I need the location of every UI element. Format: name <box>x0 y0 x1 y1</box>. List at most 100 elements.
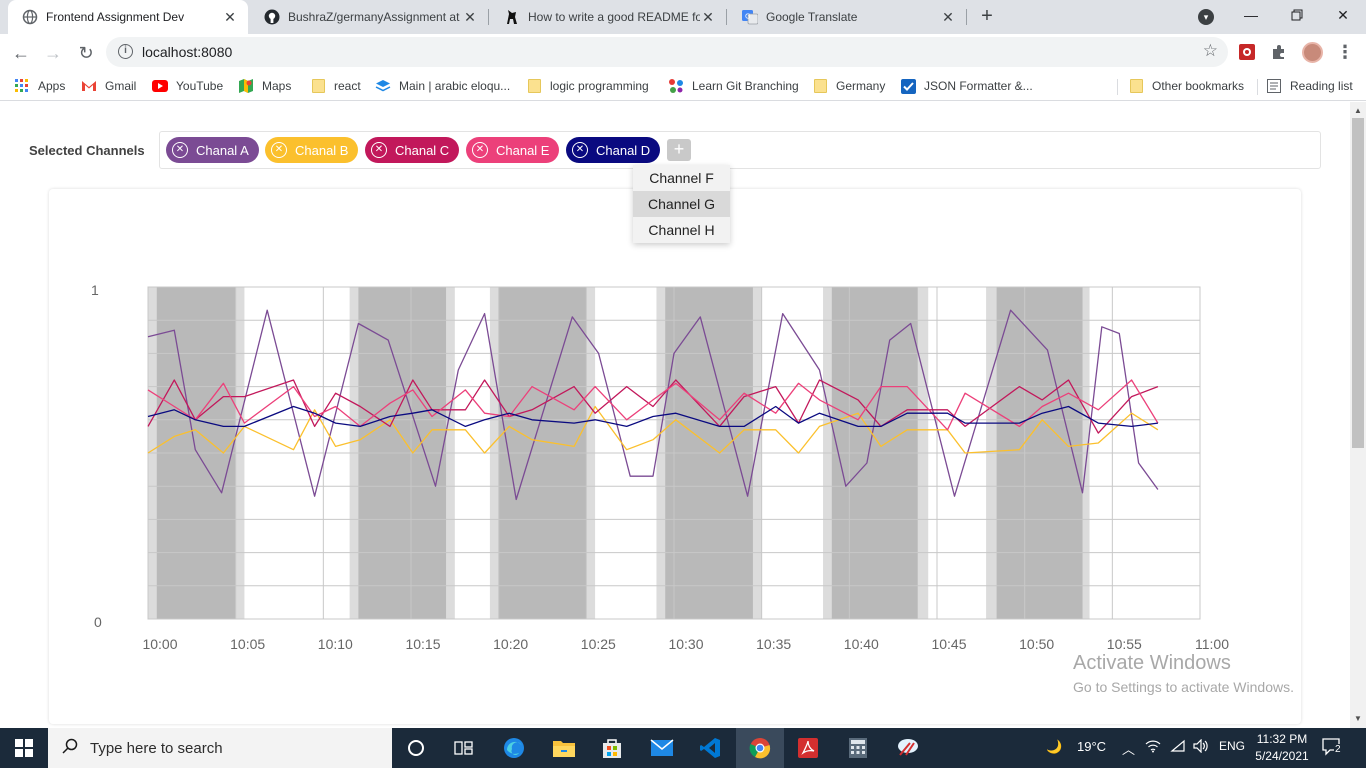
bookmark-label: YouTube <box>176 79 224 93</box>
channel-chip-c[interactable]: ✕ Chanal C <box>365 137 460 163</box>
watermark-title: Activate Windows <box>1073 652 1231 674</box>
remove-chip-icon[interactable]: ✕ <box>172 142 188 158</box>
tab-github[interactable]: BushraZ/germanyAssignment at ✕ <box>250 0 488 34</box>
temperature[interactable]: 19°C <box>1077 739 1106 754</box>
dropdown-option-channel-f[interactable]: Channel F <box>633 165 730 191</box>
menu-kebab-icon[interactable]: ⋮ <box>1336 43 1354 63</box>
tab-frontend-assignment[interactable]: Frontend Assignment Dev ✕ <box>8 0 248 34</box>
wifi-icon[interactable] <box>1170 739 1186 756</box>
tray-chevron-icon[interactable]: ︿ <box>1122 739 1135 758</box>
chrome-icon[interactable] <box>736 728 784 768</box>
close-tab-icon[interactable]: ✕ <box>940 9 956 25</box>
acrobat-icon[interactable] <box>784 728 832 768</box>
scroll-up-arrow-icon[interactable]: ▲ <box>1354 106 1362 115</box>
edge-icon[interactable] <box>490 728 538 768</box>
chart-card: 0 1 10:00 10:05 10:10 10:15 10:20 10:25 10:30 10:… <box>49 189 1301 724</box>
bookmark-label: Reading list <box>1290 79 1353 93</box>
chip-label: Chanal D <box>596 142 651 158</box>
dropdown-option-channel-h[interactable]: Channel H <box>633 217 730 243</box>
address-url[interactable]: localhost:8080 <box>142 44 232 60</box>
back-arrow-icon[interactable]: ← <box>8 40 34 66</box>
bookmark-star-icon[interactable]: ☆ <box>1203 41 1218 61</box>
x-tick-label: 10:05 <box>230 636 265 652</box>
bookmark-youtube[interactable]: YouTube <box>152 76 223 96</box>
mail-icon[interactable] <box>638 728 686 768</box>
bookmark-label: Apps <box>38 79 66 93</box>
github-icon <box>264 9 280 25</box>
tab-title: Google Translate <box>766 10 858 24</box>
bookmark-arabic-eloquent[interactable]: Main | arabic eloqu... <box>375 76 510 96</box>
bookmark-label: Other bookmarks <box>1152 79 1245 93</box>
bookmark-label: react <box>334 79 361 93</box>
x-tick-label: 11:00 <box>1195 636 1229 652</box>
microsoft-store-icon[interactable] <box>588 728 636 768</box>
minimize-button[interactable]: — <box>1228 0 1274 30</box>
folder-icon <box>310 78 326 94</box>
tab-readme[interactable]: How to write a good README fo ✕ <box>490 0 726 34</box>
notification-center-icon[interactable]: 2 <box>1322 738 1342 756</box>
remove-chip-icon[interactable]: ✕ <box>271 142 287 158</box>
channel-chip-a[interactable]: ✕ Chanal A <box>166 137 259 163</box>
weather-moon-icon[interactable]: 🌙 <box>1046 739 1062 755</box>
scroll-thumb[interactable] <box>1352 118 1364 448</box>
channel-chip-d[interactable]: ✕ Chanal D <box>566 137 661 163</box>
bookmark-reading-list[interactable]: Reading list <box>1266 76 1353 96</box>
address-bar[interactable]: i localhost:8080 ☆ <box>106 37 1228 67</box>
bookmark-label: Maps <box>262 79 292 93</box>
new-tab-button[interactable]: + <box>976 6 998 28</box>
windows-start-icon[interactable] <box>0 728 48 768</box>
maps-icon <box>238 78 254 94</box>
taskbar-search-box[interactable]: Type here to search <box>48 728 392 768</box>
bookmark-react[interactable]: react <box>310 76 361 96</box>
close-tab-icon[interactable]: ✕ <box>462 9 478 25</box>
reload-icon[interactable]: ↻ <box>73 40 99 66</box>
snipping-tool-icon[interactable] <box>884 728 932 768</box>
translate-icon: G <box>742 9 758 25</box>
channel-chip-input[interactable]: ✕ Chanal A ✕ Chanal B ✕ Chanal C ✕ Chanal E … <box>159 131 1321 169</box>
bookmark-other[interactable]: Other bookmarks <box>1128 76 1244 96</box>
close-window-button[interactable]: ✕ <box>1320 0 1366 30</box>
maximize-button[interactable] <box>1274 0 1320 30</box>
taskbar-clock[interactable]: 11:32 PM 5/24/2021 <box>1248 731 1316 765</box>
tab-google-translate[interactable]: G Google Translate ✕ <box>728 0 966 34</box>
browser-toolbar: ← → ↻ i localhost:8080 ☆ ⋮ <box>0 34 1366 71</box>
chip-label: Chanal B <box>295 142 349 158</box>
add-channel-button[interactable]: + <box>667 139 691 161</box>
tab-search-icon[interactable]: ▾ <box>1198 9 1214 25</box>
windows-taskbar: Type here to search 🌙 19°C ︿ ENG 11:32 P… <box>0 728 1366 768</box>
input-language[interactable]: ENG <box>1219 739 1245 753</box>
puzzle-extensions-icon[interactable] <box>1270 43 1288 61</box>
remove-chip-icon[interactable]: ✕ <box>472 142 488 158</box>
vscode-icon[interactable] <box>686 728 734 768</box>
browser-tab-strip: Frontend Assignment Dev ✕ BushraZ/german… <box>0 0 1366 34</box>
extension-icon[interactable] <box>1238 43 1256 61</box>
network-icon[interactable] <box>1145 739 1161 756</box>
bookmark-germany[interactable]: Germany <box>812 76 885 96</box>
close-tab-icon[interactable]: ✕ <box>222 9 238 25</box>
scroll-down-arrow-icon[interactable]: ▼ <box>1354 714 1362 723</box>
page-scrollbar[interactable]: ▲ ▼ <box>1350 102 1366 728</box>
channel-chip-b[interactable]: ✕ Chanal B <box>265 137 359 163</box>
remove-chip-icon[interactable]: ✕ <box>572 142 588 158</box>
profile-avatar[interactable] <box>1302 42 1323 63</box>
bookmark-apps[interactable]: Apps <box>14 76 65 96</box>
task-view-icon[interactable] <box>440 728 488 768</box>
cortana-icon[interactable] <box>392 728 440 768</box>
site-info-icon[interactable]: i <box>118 44 133 59</box>
bookmark-maps[interactable]: Maps <box>238 76 291 96</box>
remove-chip-icon[interactable]: ✕ <box>371 142 387 158</box>
bookmark-gmail[interactable]: Gmail <box>81 76 136 96</box>
channel-chip-e[interactable]: ✕ Chanal E <box>466 137 560 163</box>
forward-arrow-icon[interactable]: → <box>40 40 66 66</box>
x-tick-label: 10:10 <box>318 636 353 652</box>
volume-icon[interactable] <box>1193 738 1209 756</box>
svg-text:G: G <box>745 13 750 21</box>
dropdown-option-channel-g[interactable]: Channel G <box>633 191 730 217</box>
calculator-icon[interactable] <box>834 728 882 768</box>
bookmark-json-formatter[interactable]: JSON Formatter &... <box>900 76 1033 96</box>
search-icon <box>62 738 78 759</box>
bookmark-learn-git[interactable]: Learn Git Branching <box>668 76 799 96</box>
file-explorer-icon[interactable] <box>540 728 588 768</box>
bookmark-logic-programming[interactable]: logic programming <box>526 76 649 96</box>
close-tab-icon[interactable]: ✕ <box>700 9 716 25</box>
